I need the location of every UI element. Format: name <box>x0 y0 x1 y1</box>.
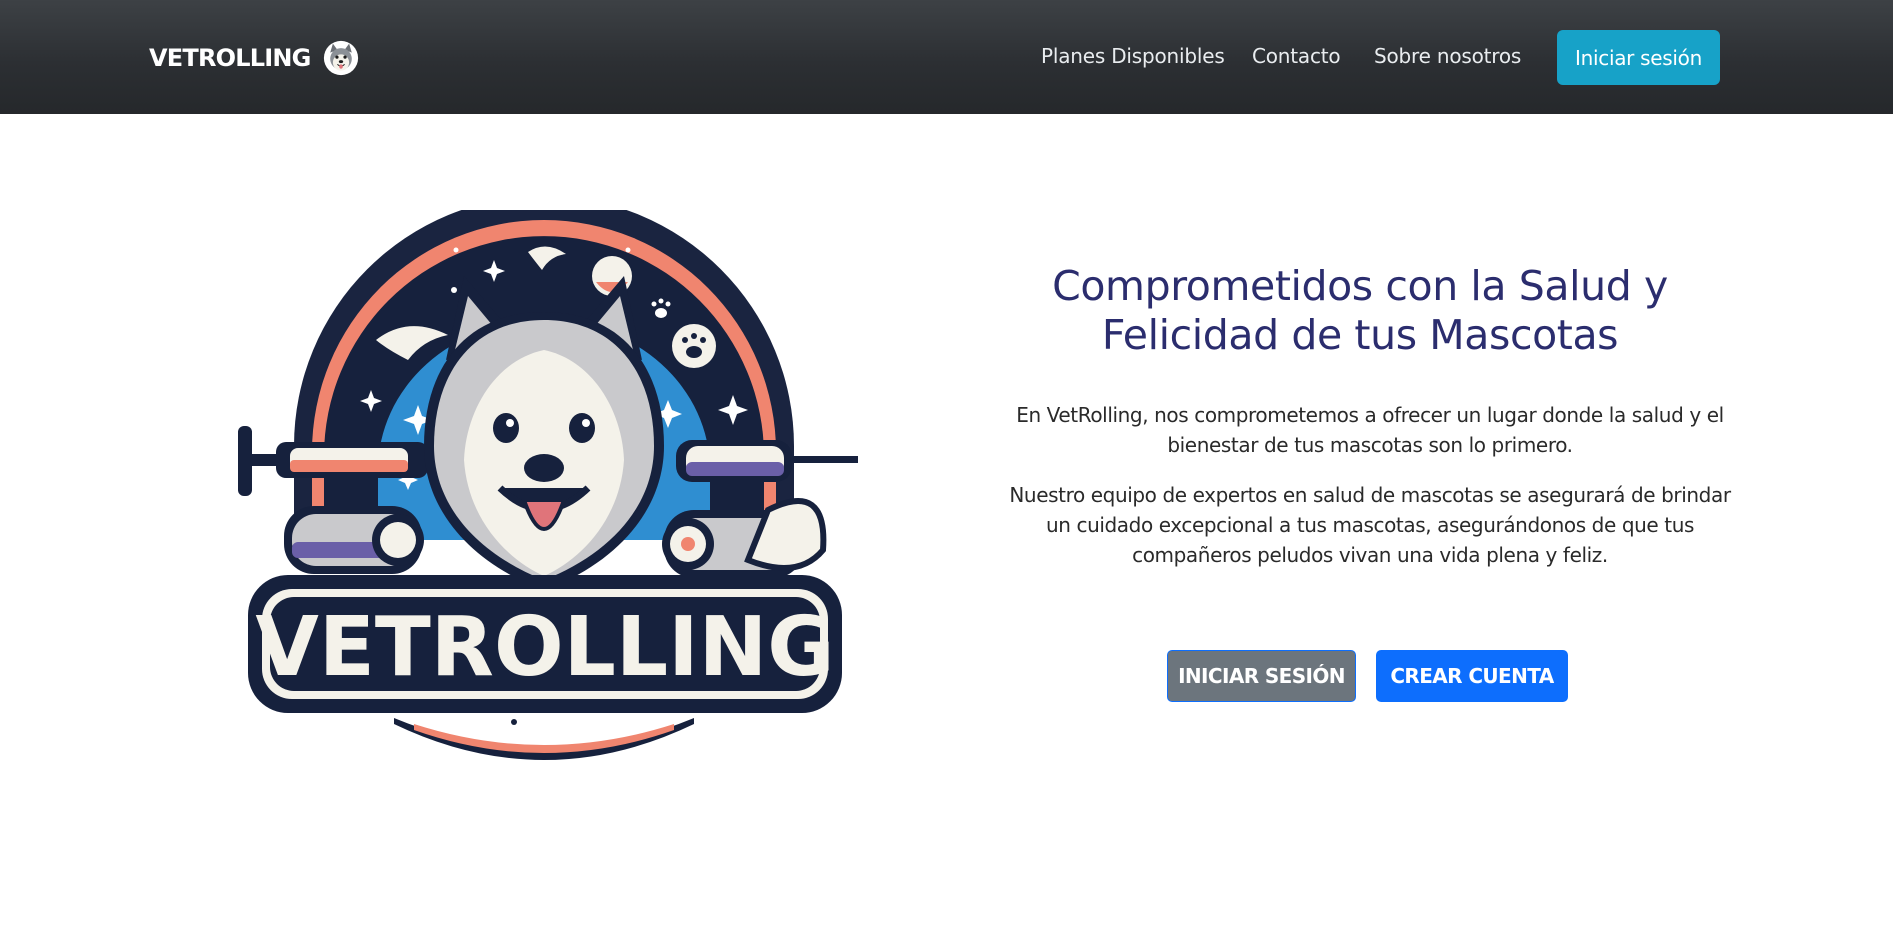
nav-link-contacto[interactable]: Contacto <box>1252 44 1341 68</box>
nav-link-planes[interactable]: Planes Disponibles <box>1041 44 1225 68</box>
hero-headline: Comprometidos con la Salud y Felicidad d… <box>1052 262 1668 359</box>
husky-dog-icon <box>323 40 358 76</box>
logo-banner-text: VETROLLING <box>255 600 834 695</box>
navbar: VETROLLING Planes Disponibles Contacto S… <box>0 0 1893 114</box>
brand-link[interactable]: VETROLLING <box>149 38 359 78</box>
vetrolling-husky-logo: VETROLLING <box>238 210 858 760</box>
brand-name: VETROLLING <box>149 44 311 72</box>
navbar-login-button[interactable]: Iniciar sesión <box>1557 30 1720 85</box>
hero-paragraph-2: Nuestro equipo de expertos en salud de m… <box>1009 483 1731 567</box>
nav-link-sobre-nosotros[interactable]: Sobre nosotros <box>1374 44 1521 68</box>
hero-paragraph-1: En VetRolling, nos comprometemos a ofrec… <box>1016 403 1724 457</box>
create-account-button[interactable]: CREAR CUENTA <box>1376 650 1568 702</box>
hero-login-button[interactable]: INICIAR SESIÓN <box>1167 650 1356 702</box>
